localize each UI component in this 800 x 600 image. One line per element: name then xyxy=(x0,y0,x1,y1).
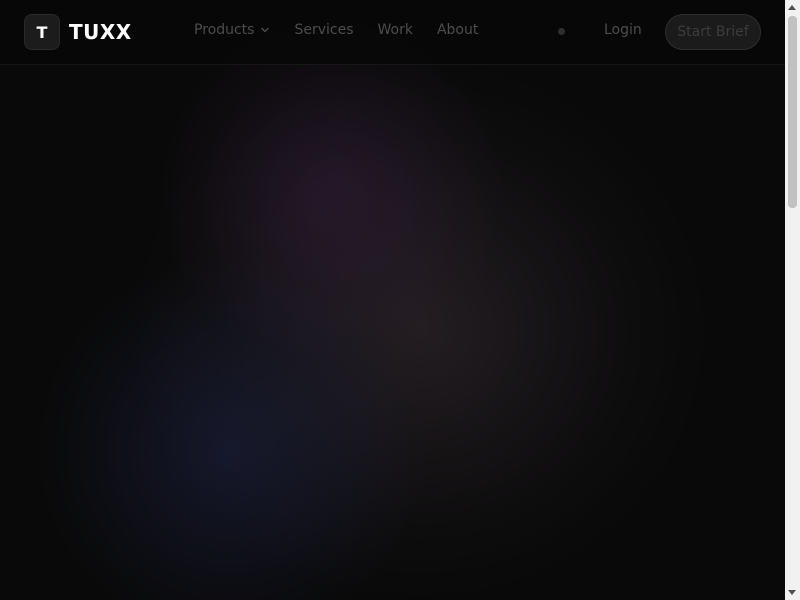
theme-toggle-dot-icon[interactable] xyxy=(558,28,565,35)
hero-background xyxy=(0,0,785,600)
scroll-down-arrow-icon[interactable] xyxy=(788,590,796,595)
nav-link-label: About xyxy=(436,22,479,38)
nav-link-products[interactable]: Products xyxy=(194,22,270,38)
start-brief-button[interactable]: Start Brief xyxy=(665,14,761,50)
nav-link-work[interactable]: Work xyxy=(378,22,413,38)
brand-name: TUXX xyxy=(69,20,132,44)
nav-link-services[interactable]: Services xyxy=(294,22,353,38)
scrollbar-thumb[interactable] xyxy=(788,16,797,208)
brand-mark: T xyxy=(24,14,60,50)
scroll-up-arrow-icon[interactable] xyxy=(788,5,796,10)
nav-link-label: Services xyxy=(294,22,354,38)
brand-logo[interactable]: T TUXX xyxy=(24,14,132,50)
login-link[interactable]: Login xyxy=(604,22,642,38)
vertical-scrollbar[interactable] xyxy=(785,0,800,600)
nav-link-label: Products xyxy=(194,22,255,38)
nav-link-about[interactable]: About xyxy=(437,22,478,38)
chevron-down-icon xyxy=(261,27,270,33)
nav-link-label: Work xyxy=(377,22,413,38)
top-navbar: T TUXX Products Services Work About Logi… xyxy=(0,0,785,65)
main-nav: Products Services Work About xyxy=(194,22,502,38)
